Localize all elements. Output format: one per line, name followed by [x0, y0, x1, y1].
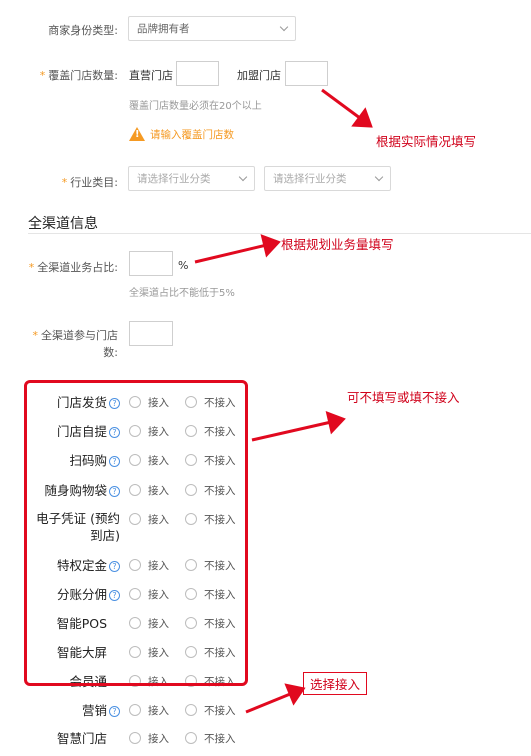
arrow-to-store-inputs — [321, 88, 373, 128]
annotation-arrows — [194, 88, 373, 714]
arrow-to-ratio-input — [194, 234, 281, 264]
arrow-to-marketing — [245, 683, 306, 714]
arrow-to-frame — [251, 410, 346, 442]
